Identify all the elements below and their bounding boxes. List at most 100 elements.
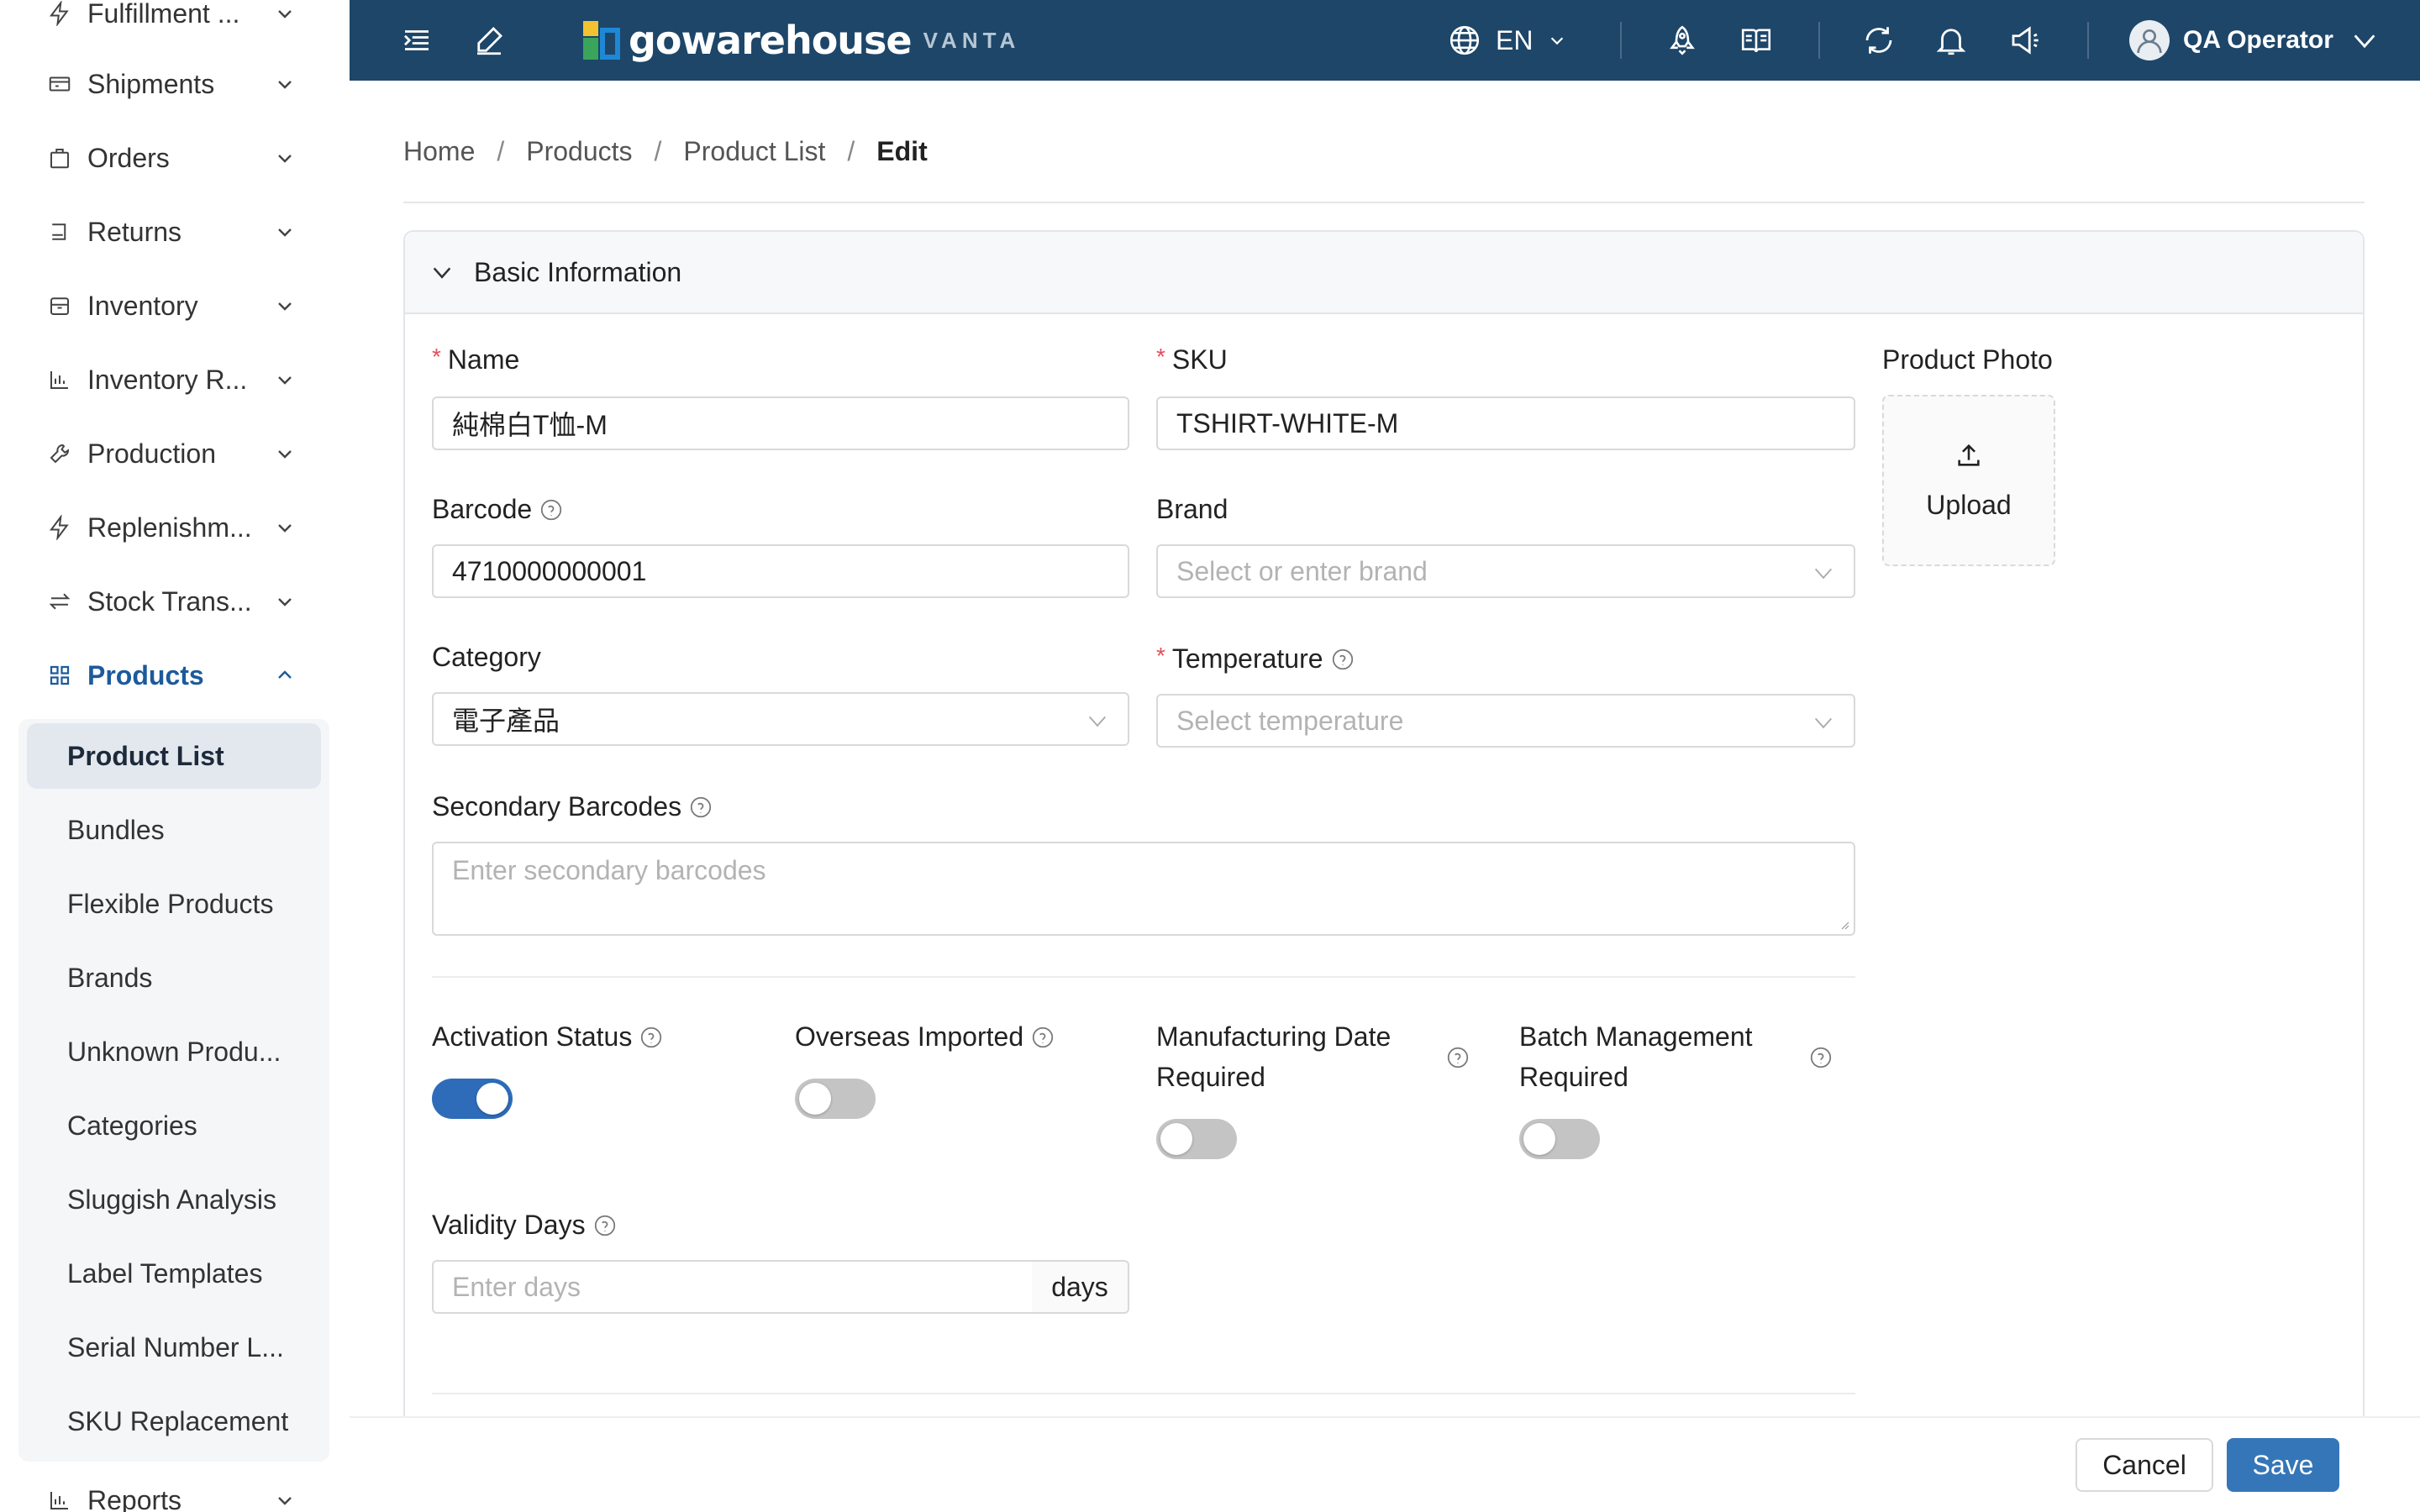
book-icon[interactable] (1736, 20, 1776, 60)
sku-input[interactable]: TSHIRT-WHITE-M (1156, 396, 1855, 450)
form-divider (432, 1393, 1855, 1394)
validity-days-placeholder: Enter days (452, 1271, 581, 1302)
section-title: Basic Information (474, 256, 682, 287)
submenu-item-product-list[interactable]: Product List (27, 723, 321, 789)
manufacturing-date-toggle[interactable] (1156, 1119, 1237, 1159)
sidebar-item-orders[interactable]: Orders (45, 133, 297, 183)
wrench-icon (45, 439, 74, 468)
activation-status-toggle[interactable] (432, 1079, 513, 1119)
toggle-knob (476, 1083, 508, 1115)
validity-days-input[interactable]: Enter days (432, 1260, 1034, 1314)
help-icon[interactable] (1445, 1045, 1470, 1070)
submenu-item-categories[interactable]: Categories (27, 1093, 321, 1158)
batch-management-help (1802, 1045, 1833, 1070)
submenu-item-flexible-products[interactable]: Flexible Products (27, 871, 321, 937)
sidebar-item-stock-transfer[interactable]: Stock Trans... (45, 576, 297, 627)
sidebar-item-fulfillment[interactable]: Fulfillment ... (45, 0, 297, 39)
chevron-down-icon (1088, 716, 1107, 727)
user-menu[interactable]: QA Operator (2129, 18, 2379, 62)
section-header[interactable]: Basic Information (405, 232, 2363, 314)
required-mark: * (1156, 642, 1165, 669)
category-value: 電子產品 (452, 706, 560, 736)
help-icon[interactable] (539, 497, 564, 522)
bar-chart-icon (45, 365, 74, 394)
help-icon[interactable] (688, 795, 713, 820)
submenu-item-label-templates[interactable]: Label Templates (27, 1241, 321, 1306)
sidebar-item-inventory[interactable]: Inventory (45, 281, 297, 331)
sidebar: Fulfillment ... Shipments Orders Returns… (0, 0, 348, 1512)
resize-grip-icon (1841, 921, 1849, 930)
activation-status-label: Activation Status (432, 1021, 664, 1053)
name-label-text: Name (447, 344, 520, 375)
form-divider (432, 976, 1855, 978)
submenu-item-brands[interactable]: Brands (27, 945, 321, 1011)
chevron-down-icon (1551, 37, 1564, 45)
help-icon[interactable] (1330, 647, 1355, 672)
submenu-item-sku-replacement[interactable]: SKU Replacement (27, 1389, 321, 1454)
submenu-item-sluggish-analysis[interactable]: Sluggish Analysis (27, 1167, 321, 1232)
top-header: gowarehouse VANTA EN QA Operator (350, 0, 2420, 81)
edit-icon[interactable] (469, 20, 509, 60)
sidebar-item-products[interactable]: Products (45, 650, 297, 701)
breadcrumb-current: Edit (876, 136, 928, 166)
name-input[interactable]: 純棉白T恤-M (432, 396, 1129, 450)
sidebar-item-reports[interactable]: Reports (45, 1475, 297, 1512)
overseas-imported-label-text: Overseas Imported (795, 1021, 1024, 1052)
submenu-item-unknown-products[interactable]: Unknown Produ... (27, 1019, 321, 1084)
barcode-input[interactable]: 4710000000001 (432, 544, 1129, 598)
sidebar-item-label: Production (87, 438, 216, 469)
chevron-down-icon (272, 219, 297, 244)
breadcrumb-products[interactable]: Products (526, 136, 632, 167)
language-selector[interactable]: EN (1447, 20, 1566, 60)
sidebar-item-inventory-reports[interactable]: Inventory R... (45, 354, 297, 405)
submenu-item-bundles[interactable]: Bundles (27, 797, 321, 863)
logo[interactable]: gowarehouse VANTA (583, 15, 1020, 66)
header-divider (2087, 22, 2089, 59)
help-icon[interactable] (639, 1025, 664, 1050)
help-icon[interactable] (1030, 1025, 1055, 1050)
sidebar-item-production[interactable]: Production (45, 428, 297, 479)
chevron-down-icon (2354, 34, 2375, 49)
refresh-icon[interactable] (1859, 20, 1899, 60)
bolt-icon (45, 0, 74, 28)
help-icon[interactable] (592, 1213, 618, 1238)
chevron-down-icon (272, 515, 297, 540)
bell-icon[interactable] (1931, 20, 1971, 60)
breadcrumb-home[interactable]: Home (403, 136, 475, 167)
validity-days-label-text: Validity Days (432, 1210, 586, 1240)
breadcrumb-product-list[interactable]: Product List (683, 136, 825, 167)
chevron-down-icon (272, 1488, 297, 1512)
menu-fold-icon[interactable] (397, 20, 437, 60)
overseas-imported-toggle[interactable] (795, 1079, 876, 1119)
brand-select[interactable]: Select or enter brand (1156, 544, 1855, 598)
secondary-barcodes-textarea[interactable]: Enter secondary barcodes (432, 842, 1855, 936)
sidebar-item-returns[interactable]: Returns (45, 207, 297, 257)
required-mark: * (1156, 343, 1165, 370)
product-photo-upload[interactable]: Upload (1882, 395, 2055, 566)
manufacturing-date-help (1439, 1045, 1470, 1070)
activation-status-label-text: Activation Status (432, 1021, 633, 1052)
breadcrumb-separator: / (847, 136, 855, 166)
save-button[interactable]: Save (2227, 1438, 2339, 1492)
sidebar-item-label: Stock Trans... (87, 585, 252, 617)
submenu-item-serial-number[interactable]: Serial Number L... (27, 1315, 321, 1380)
temperature-placeholder: Select temperature (1176, 705, 1404, 736)
chevron-down-icon (272, 1, 297, 26)
cancel-button[interactable]: Cancel (2075, 1438, 2213, 1492)
grid-icon (45, 661, 74, 690)
megaphone-icon[interactable] (2005, 20, 2045, 60)
return-icon (45, 218, 74, 246)
manufacturing-date-label-line1: Manufacturing Date (1156, 1021, 1392, 1052)
batch-management-toggle[interactable] (1519, 1119, 1600, 1159)
temperature-label: * Temperature (1156, 643, 1355, 675)
sidebar-item-shipments[interactable]: Shipments (45, 59, 297, 109)
upload-icon (1958, 444, 1980, 466)
temperature-select[interactable]: Select temperature (1156, 694, 1855, 748)
sidebar-item-label: Inventory (87, 290, 198, 321)
sidebar-item-label: Inventory R... (87, 364, 248, 395)
breadcrumb-separator: / (497, 136, 505, 166)
sidebar-item-replenishment[interactable]: Replenishm... (45, 502, 297, 553)
help-icon[interactable] (1808, 1045, 1833, 1070)
category-select[interactable]: 電子產品 (432, 692, 1129, 746)
rocket-icon[interactable] (1662, 20, 1702, 60)
